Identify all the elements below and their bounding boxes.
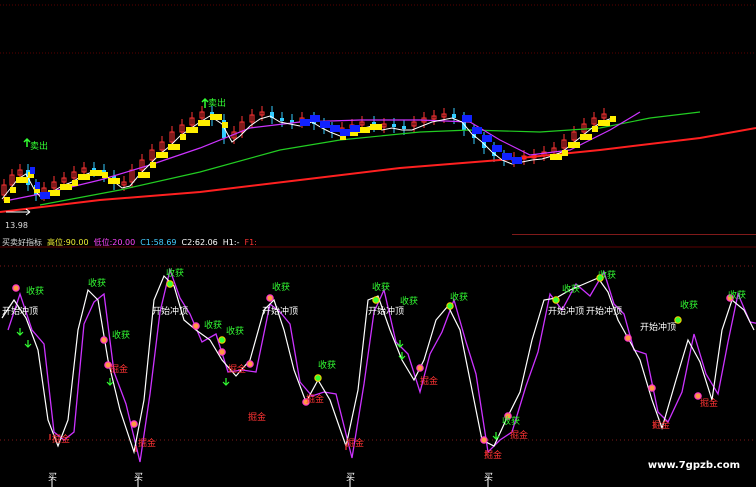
buy-label: 买 xyxy=(134,473,144,483)
start-top-label: 开始冲顶 xyxy=(640,323,677,333)
signal-dot-pink xyxy=(192,322,200,330)
buy-label: 买 xyxy=(48,473,58,483)
harvest-label: 收获 xyxy=(88,279,107,289)
signal-dot-pink xyxy=(624,334,632,342)
signal-dot-green xyxy=(166,280,174,288)
harvest-label: 收获 xyxy=(272,283,291,293)
down-arrow-icon xyxy=(16,328,24,336)
harvest-label: 收获 xyxy=(598,271,617,281)
harvest-label: 收获 xyxy=(372,283,391,293)
gold-label: 掘金 xyxy=(420,377,439,387)
harvest-label: 收获 xyxy=(450,293,469,303)
gold-label: 掘金 xyxy=(228,365,247,375)
signal-dot-pink xyxy=(416,364,424,372)
harvest-label: 收获 xyxy=(112,331,131,341)
signal-dot-green xyxy=(218,336,226,344)
harvest-label: 收获 xyxy=(204,321,223,331)
signal-dot-green xyxy=(372,296,380,304)
signal-dot-green xyxy=(552,296,560,304)
oscillator-chart[interactable] xyxy=(0,0,756,487)
gold-label: 掘金 xyxy=(248,413,267,423)
gold-label: 掘金 xyxy=(484,451,503,461)
gold-label: 掘金 xyxy=(110,365,129,375)
down-arrow-icon xyxy=(24,340,32,348)
signal-dot-pink xyxy=(100,336,108,344)
watermark: www.7gpzb.com xyxy=(647,460,740,471)
gold-label: 掘金 xyxy=(510,431,529,441)
signal-dot-pink xyxy=(480,436,488,444)
buy-label: 买 xyxy=(346,473,356,483)
gold-label: 掘金 xyxy=(138,439,157,449)
signal-dot-pink xyxy=(218,348,226,356)
gold-label: 掘金 xyxy=(346,439,365,449)
signal-dot-pink xyxy=(648,384,656,392)
down-arrow-icon xyxy=(222,378,230,386)
signal-dot-pink xyxy=(246,360,254,368)
start-top-label: 开始冲顶 xyxy=(548,307,585,317)
start-top-label: 开始冲顶 xyxy=(368,307,405,317)
gold-label: 掘金 xyxy=(306,395,325,405)
gold-label: 掘金 xyxy=(700,399,719,409)
signal-dot-pink xyxy=(130,420,138,428)
harvest-label: 收获 xyxy=(400,297,419,307)
harvest-label: 收获 xyxy=(680,301,699,311)
gold-label: 掘金 xyxy=(652,421,671,431)
buy-ticks xyxy=(51,478,489,487)
signal-dot-pink xyxy=(12,284,20,292)
start-top-label: 开始冲顶 xyxy=(586,307,623,317)
harvest-label: 收获 xyxy=(728,291,747,301)
harvest-label: 收获 xyxy=(502,417,521,427)
harvest-label: 收获 xyxy=(26,287,45,297)
chart-window: 13.98 卖出 卖出 买卖好指标 高位:90.00 低位:20.00 C1:5… xyxy=(0,0,756,487)
harvest-label: 收获 xyxy=(318,361,337,371)
start-top-label: 开始冲顶 xyxy=(262,307,299,317)
harvest-label: 收获 xyxy=(562,285,581,295)
gold-label: 掘金 xyxy=(52,435,71,445)
harvest-label: 收获 xyxy=(226,327,245,337)
start-top-label: 开始冲顶 xyxy=(2,307,39,317)
signal-dot-green xyxy=(446,302,454,310)
buy-label: 买 xyxy=(484,473,494,483)
start-top-label: 开始冲顶 xyxy=(152,307,189,317)
harvest-label: 收获 xyxy=(166,269,185,279)
signal-dot-green xyxy=(314,374,322,382)
signal-dot-pink xyxy=(266,294,274,302)
